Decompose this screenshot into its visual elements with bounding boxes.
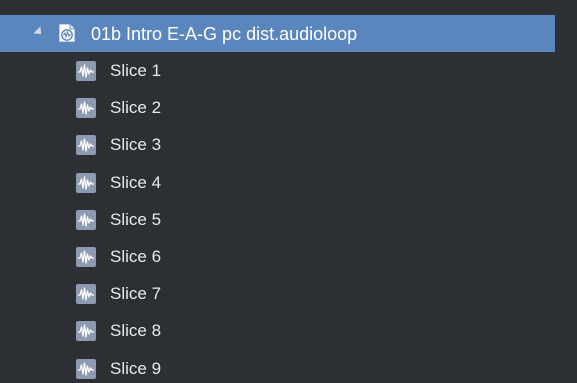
tree-item-label: Slice 2 [110, 98, 162, 118]
tree-item-label: Slice 3 [110, 135, 162, 155]
tree-item-label: Slice 1 [110, 61, 162, 80]
waveform-icon [76, 358, 96, 379]
tree-item-slice[interactable]: Slice 4 [0, 164, 555, 201]
tree-item-audioloop[interactable]: 01b Intro E-A-G pc dist.audioloop [0, 15, 555, 52]
tree-item-slice[interactable]: Slice 3 [0, 126, 555, 163]
tree-item-label: Slice 4 [110, 172, 162, 192]
tree-item-label: Slice 6 [110, 247, 162, 266]
waveform-icon [76, 135, 96, 156]
waveform-icon [76, 209, 96, 230]
audioloop-file-icon [58, 23, 76, 43]
tree-item-slice[interactable]: Slice 5 [0, 201, 555, 238]
tree-item-slice[interactable]: Slice 6 [0, 238, 555, 275]
file-tree: 01b Intro E-A-G pc dist.audioloop Slice … [0, 0, 577, 383]
tree-item-slice[interactable]: Slice 1 [0, 52, 555, 89]
tree-item-slice[interactable]: Slice 7 [0, 275, 555, 312]
tree-item-slice[interactable]: Slice 8 [0, 312, 555, 349]
waveform-icon [76, 98, 96, 119]
waveform-icon [76, 172, 96, 193]
waveform-icon [76, 284, 96, 305]
tree-item-slice[interactable]: Slice 9 [0, 350, 555, 383]
tree-item-label: Slice 9 [110, 358, 162, 378]
tree-item-label: Slice 8 [110, 321, 162, 341]
waveform-icon [76, 321, 96, 342]
waveform-icon [76, 247, 96, 267]
waveform-icon [76, 61, 96, 81]
tree-item-label: 01b Intro E-A-G pc dist.audioloop [91, 24, 358, 44]
tree-item-label: Slice 5 [110, 209, 162, 229]
tree-item-slice[interactable]: Slice 2 [0, 89, 555, 126]
expand-triangle-icon[interactable] [33, 26, 45, 38]
tree-item-label: Slice 7 [110, 284, 162, 304]
